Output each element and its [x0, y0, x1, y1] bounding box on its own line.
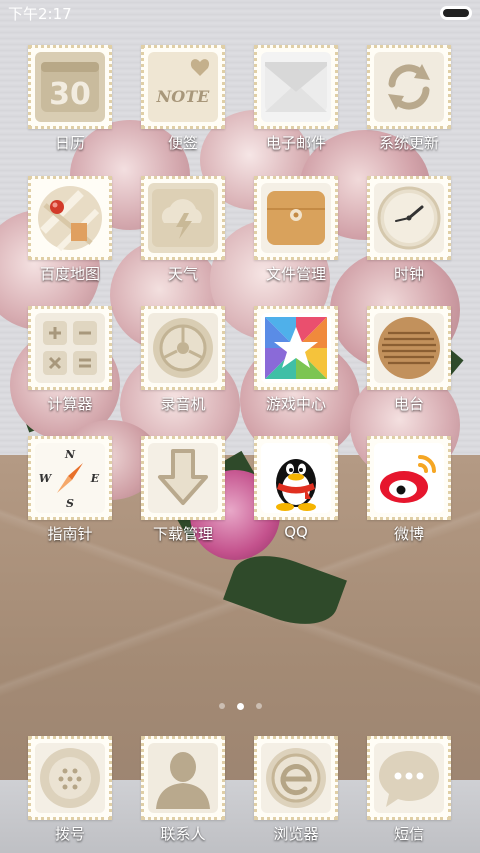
app-weibo[interactable]: 微博 [359, 436, 459, 544]
app-label: 计算器 [47, 395, 93, 413]
app-label: 短信 [393, 825, 424, 843]
messages-icon [367, 736, 451, 820]
update-icon [367, 45, 451, 129]
app-label: 便签 [167, 134, 198, 152]
app-label: 浏览器 [273, 825, 319, 843]
app-label: 日历 [54, 134, 85, 152]
app-label: 下载管理 [152, 525, 213, 543]
contacts-icon [141, 736, 225, 820]
svg-text:N: N [64, 448, 76, 461]
svg-text:W: W [39, 472, 53, 485]
app-game-center[interactable]: 游戏中心 [246, 306, 346, 414]
page-dot[interactable] [255, 703, 262, 709]
calendar-date: 30 [49, 77, 91, 112]
calendar-icon: 30 [28, 45, 112, 129]
qq-icon [254, 436, 338, 520]
app-email[interactable]: 电子邮件 [246, 45, 346, 153]
browser-icon [254, 736, 338, 820]
game-center-icon [254, 306, 338, 390]
app-label: 录音机 [160, 395, 206, 413]
app-label: 天气 [167, 265, 198, 283]
status-time: 下午2:17 [8, 4, 72, 23]
app-label: 电台 [393, 395, 424, 413]
note-icon: NOTE [141, 45, 225, 129]
svg-text:E: E [90, 472, 100, 485]
app-label: QQ [284, 523, 308, 541]
svg-text:S: S [66, 497, 74, 510]
weibo-icon [367, 436, 451, 520]
battery-icon [440, 6, 472, 20]
mail-icon [254, 45, 338, 129]
app-notes[interactable]: NOTE 便签 [133, 45, 233, 153]
app-system-update[interactable]: 系统更新 [359, 45, 459, 153]
app-calendar[interactable]: 30 日历 [20, 45, 120, 153]
app-label: 游戏中心 [265, 395, 326, 413]
phone-icon [28, 736, 112, 820]
recorder-icon [141, 306, 225, 390]
page-dot[interactable] [218, 703, 225, 709]
app-label: 拨号 [54, 825, 85, 843]
app-label: 百度地图 [39, 265, 100, 283]
clock-icon [367, 176, 451, 260]
app-compass[interactable]: N W E S 指南针 [20, 436, 120, 544]
download-icon [141, 436, 225, 520]
compass-icon: N W E S [28, 436, 112, 520]
app-label: 时钟 [393, 265, 424, 283]
app-qq[interactable]: QQ [246, 436, 346, 541]
app-recorder[interactable]: 录音机 [133, 306, 233, 414]
dock-browser[interactable]: 浏览器 [246, 736, 346, 844]
folder-icon [254, 176, 338, 260]
app-label: 文件管理 [265, 265, 326, 283]
calculator-icon [28, 306, 112, 390]
radio-icon [367, 306, 451, 390]
app-label: 微博 [393, 525, 424, 543]
app-label: 电子邮件 [265, 134, 326, 152]
app-label: 联系人 [160, 825, 206, 843]
app-baidu-map[interactable]: 百度地图 [20, 176, 120, 284]
app-radio[interactable]: 电台 [359, 306, 459, 414]
page-dot-active[interactable] [236, 702, 244, 710]
map-icon [28, 176, 112, 260]
app-download-manager[interactable]: 下载管理 [133, 436, 233, 544]
app-weather[interactable]: 天气 [133, 176, 233, 284]
note-icon-text: NOTE [156, 87, 210, 106]
dock-phone[interactable]: 拨号 [20, 736, 120, 844]
app-label: 指南针 [47, 525, 93, 543]
weather-icon [141, 176, 225, 260]
status-bar: 下午2:17 [0, 0, 480, 26]
page-indicator [0, 701, 480, 711]
dock-contacts[interactable]: 联系人 [133, 736, 233, 844]
app-label: 系统更新 [378, 134, 439, 152]
dock-messages[interactable]: 短信 [359, 736, 459, 844]
app-calculator[interactable]: 计算器 [20, 306, 120, 414]
app-file-manager[interactable]: 文件管理 [246, 176, 346, 284]
app-clock[interactable]: 时钟 [359, 176, 459, 284]
